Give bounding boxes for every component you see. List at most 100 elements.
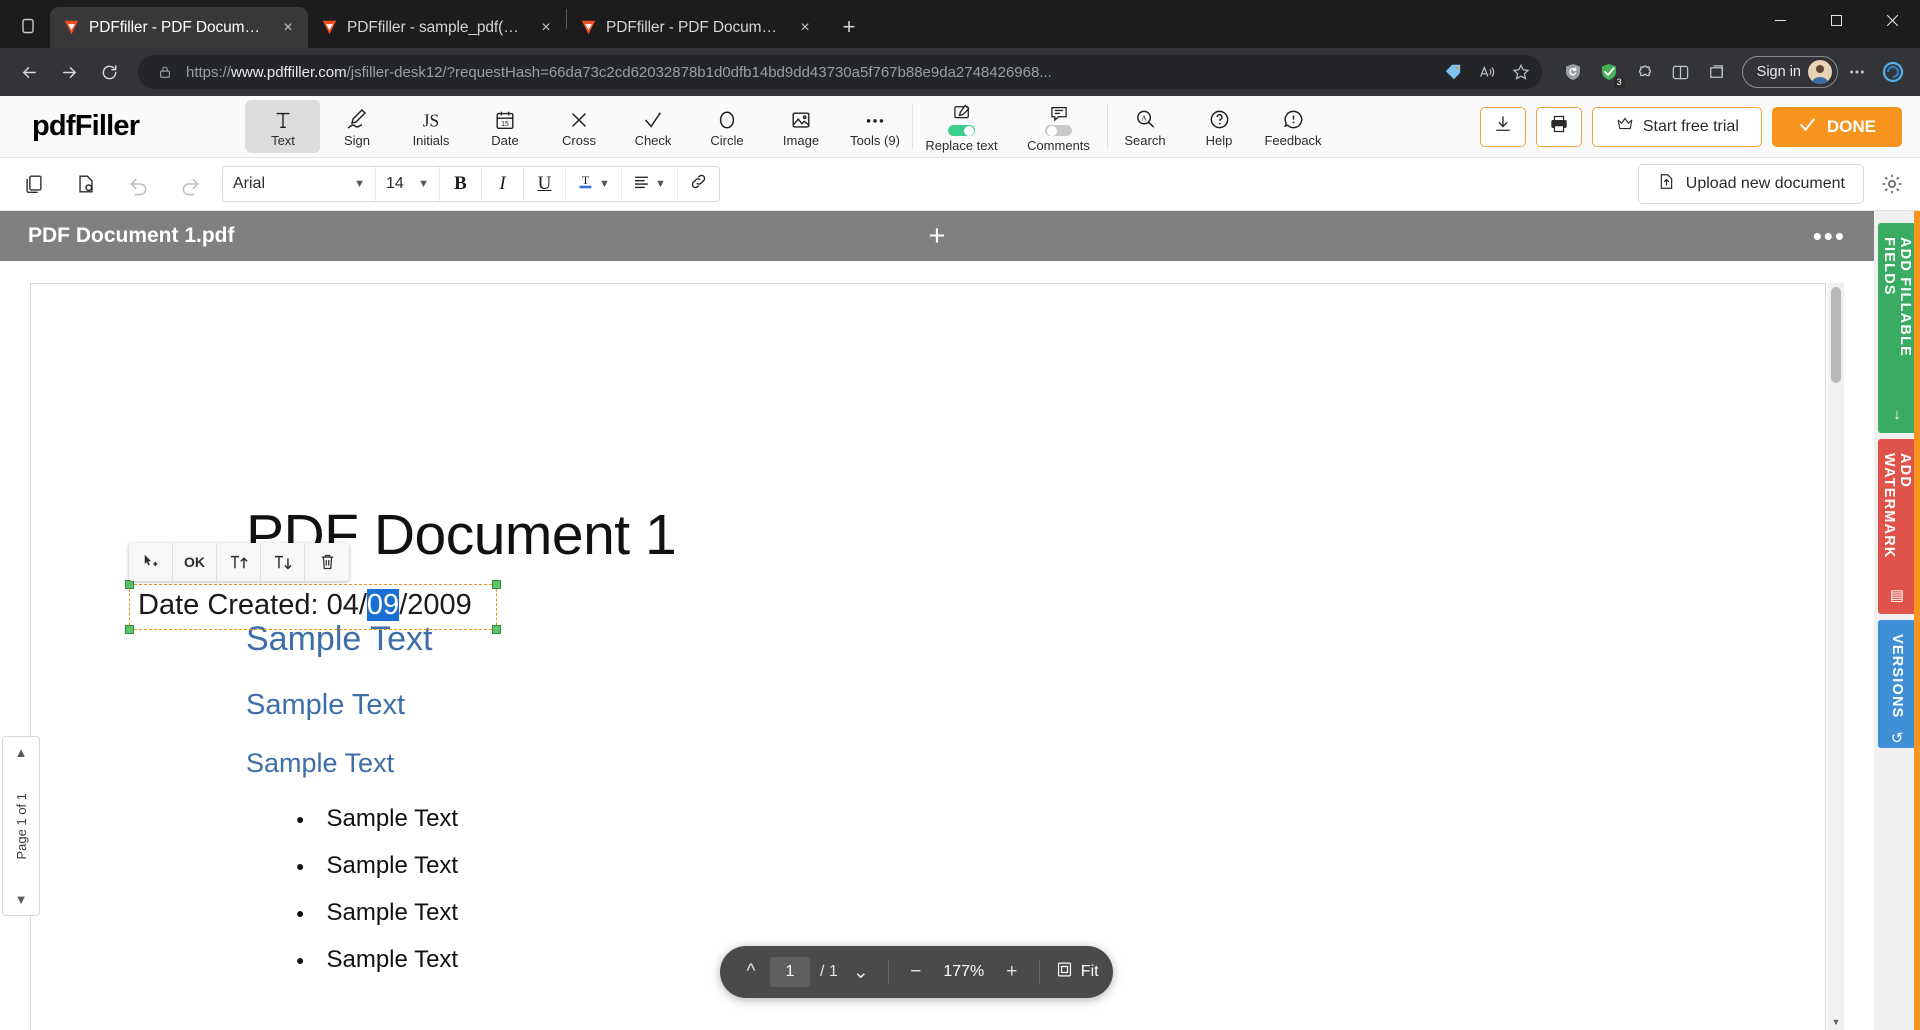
chevron-down-icon: ▼ bbox=[599, 178, 610, 190]
browser-tab-0[interactable]: PDFfiller - PDF Document 1.pdf × bbox=[50, 7, 308, 48]
scroll-down-icon[interactable]: ▼ bbox=[15, 892, 28, 907]
sign-in-button[interactable]: Sign in bbox=[1741, 56, 1838, 88]
text-field-date-created[interactable]: Date Created: 04/09/2009 bbox=[125, 580, 501, 634]
date-icon: 15 bbox=[494, 105, 516, 131]
text-field-value[interactable]: Date Created: 04/09/2009 bbox=[138, 589, 472, 622]
sidebar-tab-add-watermark[interactable]: ADD WATERMARK ▤ bbox=[1878, 439, 1916, 614]
zoom-out-button[interactable]: − bbox=[899, 955, 933, 989]
scrollbar-thumb[interactable] bbox=[1831, 287, 1841, 383]
decrease-font-button[interactable] bbox=[261, 543, 305, 581]
sidebar-tab-add-fillable-fields[interactable]: ADD FILLABLE FIELDS ↓ bbox=[1878, 223, 1916, 433]
tool-sign[interactable]: Sign bbox=[320, 100, 394, 153]
price-tag-icon[interactable] bbox=[1440, 59, 1466, 85]
read-aloud-icon[interactable] bbox=[1474, 59, 1500, 85]
redo-button[interactable] bbox=[164, 164, 216, 204]
font-family-select[interactable]: Arial ▼ bbox=[223, 167, 375, 201]
fit-page-button[interactable]: Fit bbox=[1050, 961, 1099, 983]
next-page-button[interactable]: ⌄ bbox=[844, 955, 878, 989]
field-text-suffix: /2009 bbox=[399, 589, 472, 621]
scrollbar-down-arrow[interactable]: ▼ bbox=[1828, 1014, 1844, 1030]
tool-search[interactable]: A Search bbox=[1108, 100, 1182, 153]
previous-page-button[interactable]: ^ bbox=[734, 955, 768, 989]
tool-text[interactable]: Text bbox=[246, 100, 320, 153]
delete-field-button[interactable] bbox=[305, 543, 349, 581]
tool-more-tools[interactable]: Tools (9) bbox=[838, 100, 912, 153]
resize-handle-bottom-right[interactable] bbox=[492, 625, 501, 634]
print-button[interactable] bbox=[1535, 106, 1582, 147]
tab-search-button[interactable] bbox=[6, 6, 50, 46]
link-button[interactable] bbox=[677, 167, 719, 201]
vertical-scrollbar[interactable]: ▲ ▼ bbox=[1828, 283, 1844, 1030]
tab-close-button[interactable]: × bbox=[534, 16, 558, 40]
tool-feedback[interactable]: Feedback bbox=[1256, 100, 1330, 153]
add-page-button[interactable]: + bbox=[929, 220, 946, 253]
address-bar[interactable]: https://www.pdffiller.com/jsfiller-desk1… bbox=[138, 55, 1542, 89]
bold-button[interactable]: B bbox=[439, 167, 481, 201]
settings-gear-button[interactable] bbox=[1864, 172, 1920, 196]
align-button[interactable]: ▼ bbox=[621, 167, 677, 201]
font-size-select[interactable]: 14 ▼ bbox=[375, 167, 439, 201]
tool-initials[interactable]: JS Initials bbox=[394, 100, 468, 153]
increase-font-button[interactable] bbox=[217, 543, 261, 581]
image-icon bbox=[790, 105, 812, 131]
done-label: DONE bbox=[1826, 116, 1876, 136]
replace-text-toggle[interactable] bbox=[948, 124, 975, 137]
undo-button[interactable] bbox=[112, 164, 164, 204]
text-color-icon: T bbox=[577, 172, 594, 197]
browser-tab-2[interactable]: PDFfiller - PDF Document 1(1).pdf × bbox=[567, 7, 825, 48]
page-total-label: / 1 bbox=[820, 963, 838, 980]
field-text-prefix: Date Created: 04/ bbox=[138, 589, 367, 621]
resize-handle-top-left[interactable] bbox=[125, 580, 134, 589]
italic-button[interactable]: I bbox=[481, 167, 523, 201]
adblock-shield-icon[interactable]: 3 bbox=[1592, 55, 1626, 89]
tool-comments[interactable]: Comments bbox=[1010, 100, 1107, 153]
close-window-button[interactable] bbox=[1864, 0, 1920, 40]
tool-image[interactable]: Image bbox=[764, 100, 838, 153]
tool-help[interactable]: Help bbox=[1182, 100, 1256, 153]
link-icon bbox=[689, 172, 708, 197]
tab-close-button[interactable]: × bbox=[793, 16, 817, 40]
copilot-icon[interactable] bbox=[1876, 55, 1910, 89]
security-shield-icon[interactable] bbox=[1556, 55, 1590, 89]
resize-handle-top-right[interactable] bbox=[492, 580, 501, 589]
ok-button[interactable]: OK bbox=[173, 543, 217, 581]
download-button[interactable] bbox=[1479, 106, 1526, 147]
resize-handle-bottom-left[interactable] bbox=[125, 625, 134, 634]
done-button[interactable]: DONE bbox=[1771, 106, 1902, 147]
split-screen-icon[interactable] bbox=[1664, 55, 1698, 89]
reload-button[interactable] bbox=[90, 53, 128, 91]
tool-date[interactable]: 15 Date bbox=[468, 100, 542, 153]
forward-button[interactable] bbox=[50, 53, 88, 91]
browser-settings-icon[interactable] bbox=[1840, 55, 1874, 89]
back-button[interactable] bbox=[10, 53, 48, 91]
document-menu-button[interactable]: ••• bbox=[1813, 221, 1846, 252]
new-tab-button[interactable]: + bbox=[831, 9, 867, 45]
upload-new-document-button[interactable]: Upload new document bbox=[1637, 164, 1864, 204]
sidebar-tab-versions[interactable]: VERSIONS ↺ bbox=[1878, 620, 1916, 748]
comments-toggle[interactable] bbox=[1045, 124, 1072, 137]
tool-circle[interactable]: Circle bbox=[690, 100, 764, 153]
page-settings-button[interactable] bbox=[60, 164, 112, 204]
tab-close-button[interactable]: × bbox=[276, 16, 300, 40]
circle-icon bbox=[716, 105, 738, 131]
tool-replace-text[interactable]: Replace text bbox=[913, 100, 1010, 153]
text-color-button[interactable]: T ▼ bbox=[565, 167, 621, 201]
tool-cross[interactable]: Cross bbox=[542, 100, 616, 153]
copy-pages-button[interactable] bbox=[8, 164, 60, 204]
tool-check[interactable]: Check bbox=[616, 100, 690, 153]
maximize-button[interactable] bbox=[1808, 0, 1864, 40]
underline-button[interactable]: U bbox=[523, 167, 565, 201]
browser-tab-1[interactable]: PDFfiller - sample_pdf(2).pdf × bbox=[308, 7, 566, 48]
page-number-input[interactable]: 1 bbox=[770, 957, 810, 987]
start-free-trial-button[interactable]: Start free trial bbox=[1591, 106, 1762, 147]
zoom-in-button[interactable]: + bbox=[995, 955, 1029, 989]
extensions-puzzle-icon[interactable] bbox=[1628, 55, 1662, 89]
scroll-up-icon[interactable]: ▲ bbox=[15, 745, 28, 760]
minimize-button[interactable] bbox=[1752, 0, 1808, 40]
document-viewer: PDF Document 1.pdf + ••• PDF Document 1 … bbox=[0, 211, 1874, 1030]
pdffiller-logo[interactable]: pdf Filler bbox=[0, 96, 245, 157]
collections-icon[interactable] bbox=[1700, 55, 1734, 89]
move-field-button[interactable] bbox=[129, 543, 173, 581]
tool-label: Search bbox=[1124, 133, 1166, 148]
favorite-star-icon[interactable] bbox=[1508, 59, 1534, 85]
